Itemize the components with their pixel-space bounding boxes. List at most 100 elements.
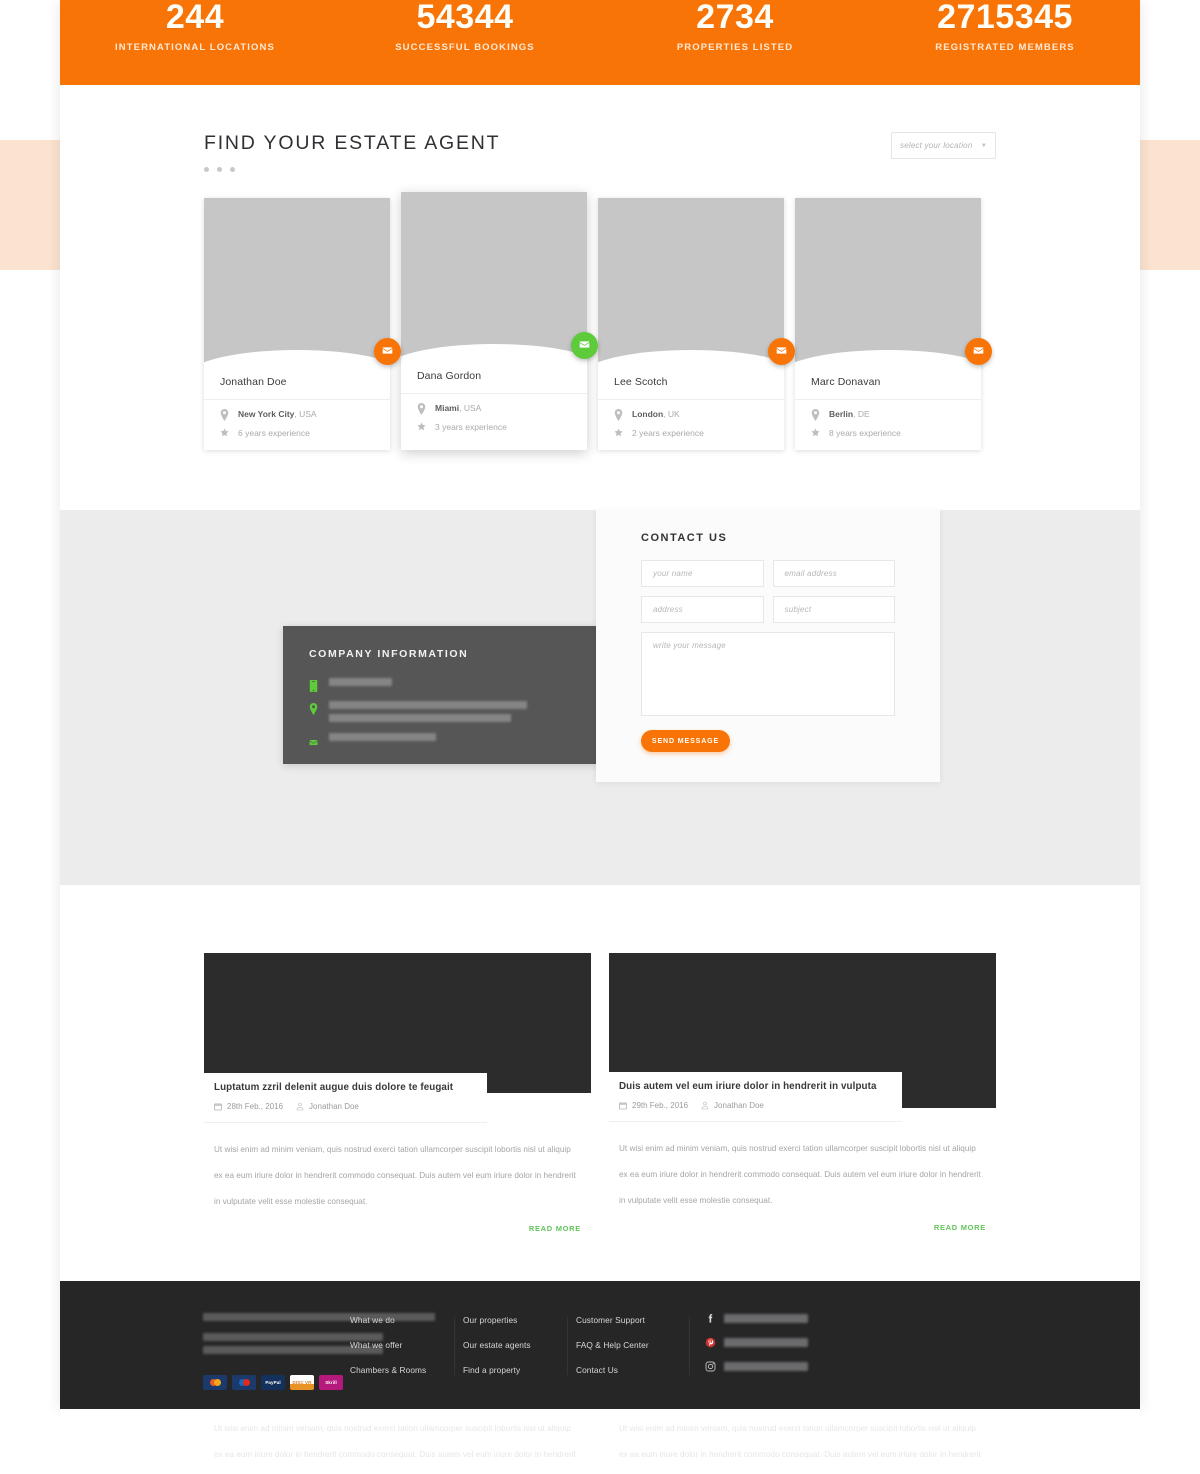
footer-link[interactable]: Find a property — [463, 1365, 576, 1375]
agent-name: Marc Donavan — [795, 364, 981, 400]
agent-experience-row: 2 years experience — [598, 419, 784, 438]
blog-post[interactable]: Luptatum zzril delenit augue duis dolore… — [204, 953, 591, 1233]
calendar-icon — [619, 1101, 627, 1110]
stat-number: 244 — [165, 0, 225, 36]
agent-photo — [204, 198, 390, 364]
agent-experience: 2 years experience — [632, 428, 704, 438]
stat-item: 54344 SUCCESSFUL BOOKINGS — [330, 0, 600, 53]
footer-link[interactable]: Chambers & Rooms — [350, 1365, 463, 1375]
contact-form-row-2: address subject — [641, 596, 895, 623]
blog-post-meta: 29th Feb., 2016 Jonathan Doe — [609, 1094, 902, 1122]
envelope-icon — [973, 343, 984, 361]
agent-contact-button[interactable] — [768, 338, 795, 365]
envelope-icon — [776, 343, 787, 361]
page-container: 244 INTERNATIONAL LOCATIONS 54344 SUCCES… — [60, 0, 1140, 1410]
footer-social-column — [689, 1313, 808, 1409]
message-textarea[interactable]: write your message — [641, 632, 895, 716]
stat-label: INTERNATIONAL LOCATIONS — [115, 42, 275, 53]
phone-icon — [309, 679, 318, 692]
agent-experience: 8 years experience — [829, 428, 901, 438]
send-message-button[interactable]: SEND MESSAGE — [641, 730, 730, 752]
facebook-icon[interactable] — [705, 1313, 716, 1324]
agent-experience: 3 years experience — [435, 422, 507, 432]
footer-link[interactable]: Our estate agents — [463, 1340, 576, 1350]
agent-experience-row: 8 years experience — [795, 419, 981, 438]
footer-link[interactable]: What we do — [350, 1315, 463, 1325]
agent-card[interactable]: Dana Gordon Miami, USA 3 years experienc… — [401, 192, 598, 450]
social-row[interactable] — [705, 1361, 808, 1372]
footer-link[interactable]: What we offer — [350, 1340, 463, 1350]
instagram-icon[interactable] — [705, 1361, 716, 1372]
location-pin-icon — [220, 409, 229, 421]
calendar-icon — [214, 1102, 222, 1111]
agent-photo — [795, 198, 981, 364]
agent-location-row: Berlin, DE — [795, 400, 981, 421]
location-select[interactable]: select your location ▼ — [891, 132, 996, 159]
blog-post-excerpt: Ut wisi enim ad minim veniam, quis nostr… — [619, 1144, 981, 1205]
chevron-down-icon: ▼ — [980, 142, 987, 149]
footer-link[interactable]: Contact Us — [576, 1365, 689, 1375]
agent-name: Dana Gordon — [401, 358, 587, 394]
star-icon — [614, 428, 623, 438]
social-handle-redacted — [724, 1362, 808, 1371]
contact-form: CONTACT US your name email address addre… — [596, 510, 940, 782]
company-information-title: COMPANY INFORMATION — [309, 648, 469, 660]
pinterest-icon[interactable] — [705, 1337, 716, 1348]
footer-link[interactable]: Customer Support — [576, 1315, 689, 1325]
address-input[interactable]: address — [641, 596, 764, 623]
blog-post[interactable]: Duis autem vel eum iriure dolor in hendr… — [609, 953, 996, 1233]
ghost-text: Ut wisi enim ad minim veniam, quis nostr… — [619, 1424, 981, 1459]
subject-input[interactable]: subject — [772, 596, 895, 623]
payment-maestro-icon — [232, 1375, 256, 1390]
ghost-text: Ut wisi enim ad minim veniam, quis nostr… — [214, 1424, 576, 1459]
agent-experience: 6 years experience — [238, 428, 310, 438]
agent-experience-row: 6 years experience — [204, 419, 390, 438]
payment-mastercard-icon — [203, 1375, 227, 1390]
blog-post-date: 28th Feb., 2016 — [227, 1102, 284, 1111]
company-info-value — [329, 678, 583, 686]
footer-link[interactable]: FAQ & Help Center — [576, 1340, 689, 1350]
agents-section: FIND YOUR ESTATE AGENT select your locat… — [60, 86, 1140, 450]
page-root: 244 INTERNATIONAL LOCATIONS 54344 SUCCES… — [0, 0, 1200, 1474]
company-info-row — [309, 733, 583, 746]
footer-brand-block: PayPal DISC VR Skrill — [60, 1313, 435, 1409]
carousel-dot[interactable] — [217, 167, 222, 172]
stat-number: 2715345 — [937, 0, 1073, 36]
agent-card[interactable]: Marc Donavan Berlin, DE 8 years experien… — [795, 198, 992, 450]
social-row[interactable] — [705, 1313, 808, 1324]
agent-location-row: London, UK — [598, 400, 784, 421]
agent-contact-button[interactable] — [965, 338, 992, 365]
social-row[interactable] — [705, 1337, 808, 1348]
email-input[interactable]: email address — [772, 560, 895, 587]
location-pin-icon — [309, 702, 318, 715]
agent-location: Miami, USA — [435, 403, 482, 413]
blog-post-title[interactable]: Duis autem vel eum iriure dolor in hendr… — [609, 1072, 877, 1092]
agents-section-header: FIND YOUR ESTATE AGENT select your locat… — [204, 132, 996, 172]
stat-item: 244 INTERNATIONAL LOCATIONS — [60, 0, 330, 53]
carousel-dot[interactable] — [230, 167, 235, 172]
footer-link[interactable]: Our properties — [463, 1315, 576, 1325]
read-more-link[interactable]: READ MORE — [609, 1214, 996, 1232]
star-icon — [417, 422, 426, 432]
agent-contact-button[interactable] — [374, 338, 401, 365]
payment-skrill-icon: Skrill — [319, 1375, 343, 1390]
page-overflow-ghost: Ut wisi enim ad minim veniam, quis nostr… — [60, 1410, 1140, 1474]
agent-card[interactable]: Jonathan Doe New York City, USA 6 years … — [204, 198, 401, 450]
footer-link-columns: What we do What we offer Chambers & Rooms … — [350, 1313, 689, 1409]
read-more-link[interactable]: READ MORE — [204, 1215, 591, 1233]
footer-column-3: Customer Support FAQ & Help Center Contact… — [567, 1313, 689, 1409]
agent-card[interactable]: Lee Scotch London, UK 2 years experience — [598, 198, 795, 450]
company-info-row — [309, 678, 583, 692]
location-pin-icon — [417, 403, 426, 415]
carousel-dots[interactable] — [204, 167, 500, 172]
name-input[interactable]: your name — [641, 560, 764, 587]
user-icon — [701, 1101, 709, 1110]
agent-contact-button[interactable] — [571, 332, 598, 359]
agent-location: New York City, USA — [238, 409, 317, 419]
agent-location: London, UK — [632, 409, 680, 419]
location-pin-icon — [811, 409, 820, 421]
agents-title-block: FIND YOUR ESTATE AGENT — [204, 132, 500, 172]
carousel-dot[interactable] — [204, 167, 209, 172]
blog-post-title[interactable]: Luptatum zzril delenit augue duis dolore… — [204, 1073, 454, 1093]
agent-location-row: Miami, USA — [401, 394, 587, 415]
